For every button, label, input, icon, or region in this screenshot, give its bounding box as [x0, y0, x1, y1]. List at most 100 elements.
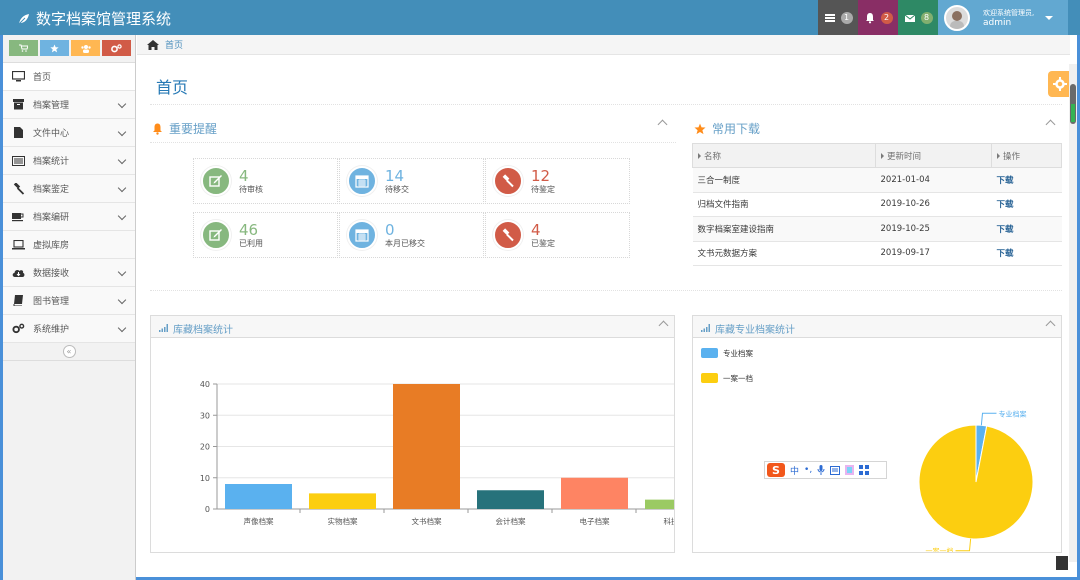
infobox-value: 12 — [531, 166, 551, 185]
messages-badge: 8 — [920, 11, 933, 24]
y-tick-label: 20 — [200, 443, 210, 452]
bar-chart-title: 库藏档案统计 — [173, 325, 233, 336]
download-link[interactable]: 下载 — [991, 216, 1062, 242]
pie-slice — [918, 424, 1034, 540]
infobox-pending-transfer[interactable]: 14 待移交 — [339, 158, 484, 204]
table-row: 三合一制度 2021-01-04 下载 — [692, 167, 1062, 193]
bar — [645, 499, 674, 509]
sidebar-item-label: 虚拟库房 — [33, 241, 70, 251]
sidebar-item-data-receiving[interactable]: 数据接收 — [3, 259, 135, 287]
x-tick-label: 文书档案 — [412, 516, 442, 526]
sidebar-item-label: 文件中心 — [33, 129, 70, 139]
messages-button[interactable]: 8 — [898, 0, 938, 35]
sidebar-collapse-button[interactable]: « — [62, 345, 76, 358]
downloads-table: 名称 更新时间 操作 三合一制度 2021-01-04 下载 归档文件指南 20… — [692, 143, 1062, 266]
sidebar-item-system-maintenance[interactable]: 系统维护 — [3, 315, 135, 343]
chevron-down-icon — [117, 267, 127, 277]
title-divider — [150, 104, 1062, 105]
app-brand[interactable]: 数字档案馆管理系统 — [18, 8, 171, 29]
cart-icon — [19, 44, 28, 52]
shortcut-star-button[interactable] — [40, 40, 69, 56]
gavel-icon — [12, 182, 25, 195]
signal-icon — [159, 324, 168, 332]
settings-toggle-button[interactable] — [1048, 71, 1070, 97]
x-tick-label: 声像档案 — [244, 516, 274, 526]
infobox-utilized[interactable]: 46 已利用 — [193, 212, 338, 258]
sidebar-item-label: 首页 — [33, 73, 52, 83]
column-header-action[interactable]: 操作 — [991, 143, 1062, 168]
legend-label: 专业档案 — [723, 348, 753, 358]
bar-chart-header: 库藏档案统计 — [151, 316, 674, 338]
infobox-label: 待移交 — [385, 184, 409, 194]
column-header-name[interactable]: 名称 — [692, 143, 876, 168]
app-title: 数字档案馆管理系统 — [36, 10, 172, 28]
table-row: 文书元数据方案 2019-09-17 下载 — [692, 241, 1062, 266]
sidebar-item-label: 档案鉴定 — [33, 185, 70, 195]
ime-logo[interactable]: S — [767, 463, 785, 477]
pie-chart: 专业档案一案一档专业档案一案一档 — [701, 348, 1034, 552]
bar-chart: 0 10 20 30 40 声像档案 实物档案 文书档案 会计档案 电子档案 科技档案 — [200, 380, 674, 526]
user-menu[interactable]: 欢迎系统管理员, admin — [938, 0, 1068, 35]
table-header-row: 名称 更新时间 操作 — [692, 143, 1062, 168]
sidebar-item-virtual-storage[interactable]: 虚拟库房 — [3, 231, 135, 259]
shortcut-cart-button[interactable] — [9, 40, 38, 56]
sidebar: 首页 档案管理 文件中心 档案统计 档案鉴定 档案编研 虚拟库房 数据接收 图书… — [3, 35, 136, 580]
sidebar-shortcuts — [3, 35, 135, 63]
download-link[interactable]: 下载 — [991, 241, 1062, 266]
corner-button[interactable] — [1056, 556, 1068, 570]
sidebar-item-archive-management[interactable]: 档案管理 — [3, 91, 135, 119]
ime-punctuation-toggle[interactable]: •, — [804, 465, 812, 475]
sidebar-item-book-management[interactable]: 图书管理 — [3, 287, 135, 315]
sidebar-item-archive-appraisal[interactable]: 档案鉴定 — [3, 175, 135, 203]
envelope-icon — [904, 14, 915, 22]
pie-chart-header: 库藏专业档案统计 — [693, 316, 1061, 338]
caret-right-icon — [698, 153, 701, 159]
infobox-pending-review[interactable]: 4 待审核 — [193, 158, 338, 204]
download-link[interactable]: 下载 — [991, 192, 1062, 217]
page-scrollbar[interactable] — [1069, 64, 1077, 562]
ime-toolbar[interactable]: S 中 •, — [764, 461, 887, 479]
sidebar-item-file-center[interactable]: 文件中心 — [3, 119, 135, 147]
home-icon — [147, 39, 159, 50]
infobox-pending-appraisal[interactable]: 12 待鉴定 — [485, 158, 630, 204]
y-tick-label: 10 — [200, 474, 210, 483]
shortcut-cogs-button[interactable] — [102, 40, 131, 56]
notifications-button[interactable]: 2 — [858, 0, 898, 35]
microphone-icon[interactable] — [817, 465, 825, 475]
collapse-bar-chart-button[interactable] — [658, 320, 669, 331]
chevron-down-icon — [117, 183, 127, 193]
sidebar-item-archive-compilation[interactable]: 档案编研 — [3, 203, 135, 231]
pie-chart-widget: 库藏专业档案统计 专业档案 一案一档 专业档案 一案一档 — [692, 315, 1062, 553]
sidebar-item-label: 档案管理 — [33, 101, 70, 111]
calendar-icon — [347, 220, 377, 250]
avatar — [944, 4, 970, 31]
laptop-icon — [12, 239, 25, 251]
tasks-button[interactable]: 1 — [818, 0, 858, 35]
cogs-icon — [111, 43, 122, 52]
y-tick-label: 0 — [205, 505, 210, 514]
column-header-date[interactable]: 更新时间 — [875, 143, 992, 168]
table-row: 归档文件指南 2019-10-26 下载 — [692, 192, 1062, 217]
keyboard-icon[interactable] — [830, 465, 841, 475]
users-icon — [80, 44, 91, 53]
ime-mode-toggle[interactable]: 中 — [790, 464, 799, 477]
infobox-appraised[interactable]: 4 已鉴定 — [485, 212, 630, 258]
caret-right-icon — [997, 153, 1000, 159]
gavel-icon — [493, 220, 523, 250]
shortcut-users-button[interactable] — [71, 40, 100, 56]
download-link[interactable]: 下载 — [991, 167, 1062, 193]
skin-icon[interactable] — [845, 465, 855, 475]
sidebar-item-home[interactable]: 首页 — [3, 63, 135, 91]
breadcrumb: 首页 — [137, 35, 1070, 55]
list-alt-icon — [12, 155, 25, 167]
sidebar-item-label: 档案编研 — [33, 213, 70, 223]
breadcrumb-home-link[interactable]: 首页 — [165, 38, 183, 51]
infobox-transferred-this-month[interactable]: 0 本月已移交 — [339, 212, 484, 258]
infobox-value: 0 — [385, 220, 395, 239]
collapse-pie-chart-button[interactable] — [1045, 320, 1056, 331]
infobox-label: 已鉴定 — [531, 238, 555, 248]
toolbox-icon[interactable] — [859, 465, 870, 475]
table-row: 数字档案室建设指南 2019-10-25 下载 — [692, 216, 1062, 242]
legend-swatch — [701, 373, 718, 383]
sidebar-item-archive-statistics[interactable]: 档案统计 — [3, 147, 135, 175]
